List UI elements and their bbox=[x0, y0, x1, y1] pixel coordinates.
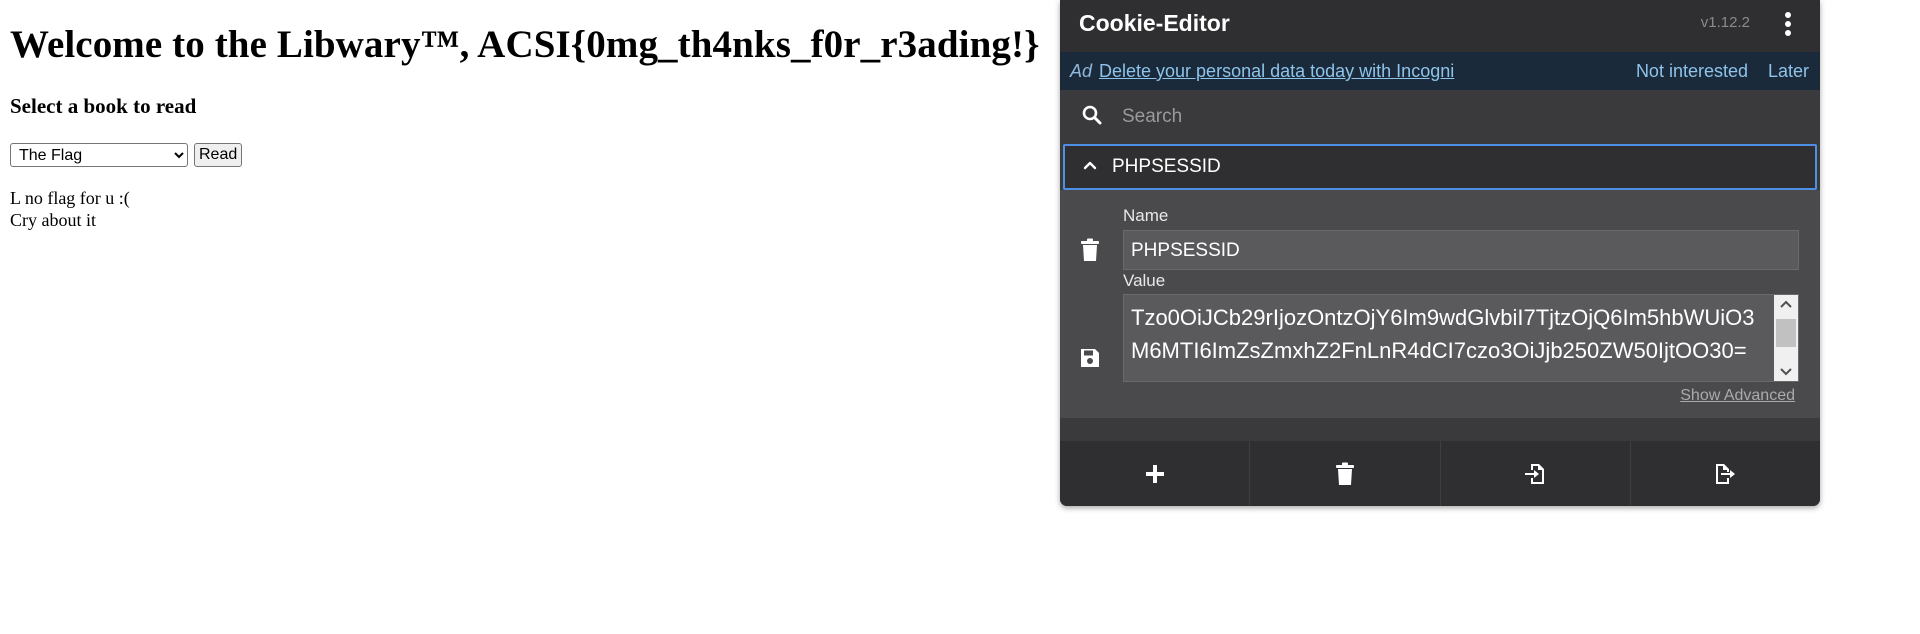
book-select[interactable]: The Flag bbox=[10, 143, 188, 167]
book-form: The Flag Read bbox=[10, 143, 243, 167]
cookie-value-field[interactable]: Tzo0OiJCb29rIjozOntzOjY6Im9wdGlvbiI7Tjtz… bbox=[1123, 294, 1799, 382]
scroll-down-icon[interactable] bbox=[1774, 361, 1798, 381]
delete-all-button[interactable] bbox=[1250, 441, 1441, 506]
export-icon bbox=[1716, 463, 1736, 484]
value-label: Value bbox=[1123, 271, 1166, 290]
read-button[interactable]: Read bbox=[194, 143, 243, 167]
save-icon[interactable] bbox=[1079, 347, 1101, 369]
search-icon bbox=[1082, 105, 1102, 125]
search-bar bbox=[1060, 90, 1820, 142]
import-button[interactable] bbox=[1441, 441, 1631, 506]
show-advanced-link[interactable]: Show Advanced bbox=[1680, 387, 1795, 405]
not-interested-link[interactable]: Not interested bbox=[1636, 61, 1748, 82]
cookie-editor-title: Cookie-Editor bbox=[1079, 10, 1230, 36]
cookie-details: Name PHPSESSID Value Tzo0OiJCb29rIjozOnt… bbox=[1060, 190, 1820, 418]
cookie-name-field[interactable]: PHPSESSID bbox=[1123, 230, 1799, 270]
cookie-editor-panel: Cookie-Editor v1.12.2 Ad Delete your per… bbox=[1060, 0, 1820, 506]
trash-icon bbox=[1335, 462, 1354, 485]
add-icon bbox=[1145, 464, 1164, 483]
page-title: Welcome to the Libwary™, ACSI{0mg_th4nks… bbox=[10, 23, 1040, 66]
import-icon bbox=[1525, 463, 1545, 484]
delete-cookie-icon[interactable] bbox=[1079, 238, 1101, 262]
more-options-icon[interactable] bbox=[1784, 12, 1792, 36]
cookie-value-text: Tzo0OiJCb29rIjozOntzOjY6Im9wdGlvbiI7Tjtz… bbox=[1131, 305, 1755, 363]
ad-link[interactable]: Delete your personal data today with Inc… bbox=[1099, 61, 1454, 82]
value-scrollbar[interactable] bbox=[1774, 295, 1798, 381]
chevron-up-icon bbox=[1083, 161, 1097, 170]
cookie-editor-header: Cookie-Editor v1.12.2 bbox=[1060, 0, 1820, 52]
scrollbar-thumb[interactable] bbox=[1776, 319, 1796, 347]
ad-label: Ad bbox=[1070, 61, 1093, 81]
result-message-line1: L no flag for u :( bbox=[10, 188, 130, 208]
cookie-editor-footer bbox=[1060, 441, 1820, 506]
result-message-line2: Cry about it bbox=[10, 210, 96, 230]
page-subtitle: Select a book to read bbox=[10, 94, 197, 118]
version-label: v1.12.2 bbox=[1700, 14, 1750, 31]
cookie-header[interactable]: PHPSESSID bbox=[1063, 144, 1817, 190]
ad-banner: Ad Delete your personal data today with … bbox=[1060, 52, 1820, 90]
export-button[interactable] bbox=[1631, 441, 1820, 506]
scroll-up-icon[interactable] bbox=[1774, 295, 1798, 315]
cookie-header-name: PHPSESSID bbox=[1112, 156, 1221, 177]
name-label: Name bbox=[1123, 206, 1169, 225]
later-link[interactable]: Later bbox=[1768, 61, 1809, 82]
search-input[interactable] bbox=[1120, 100, 1784, 134]
add-cookie-button[interactable] bbox=[1060, 441, 1251, 506]
